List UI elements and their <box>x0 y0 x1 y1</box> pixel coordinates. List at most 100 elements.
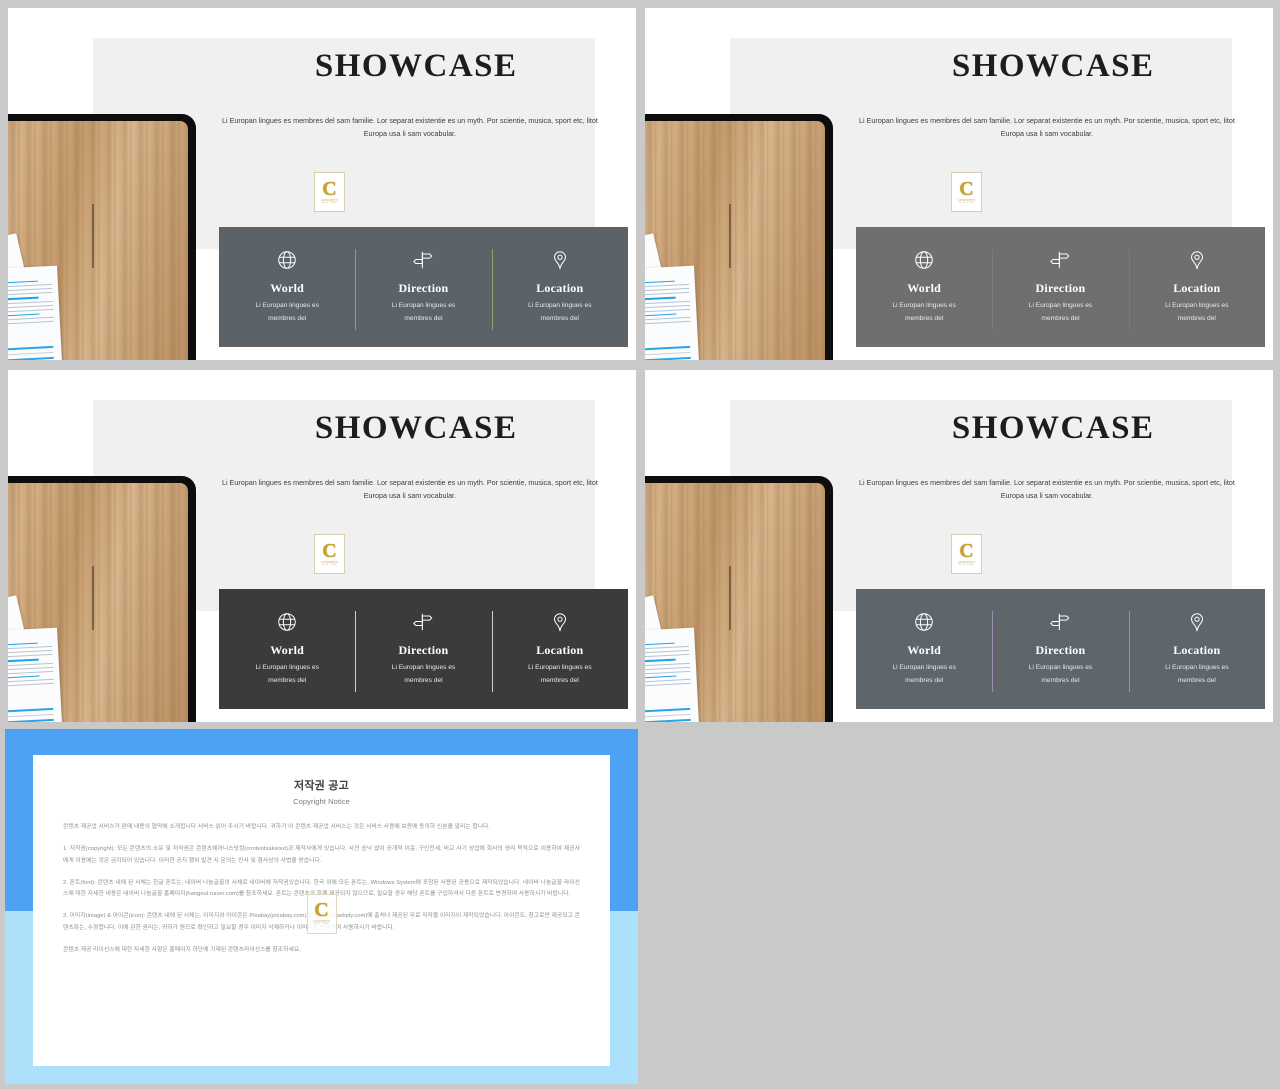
info-bar: World Li Europan lingues es membres del … <box>219 227 628 347</box>
slide-thumbnail-bottom-right[interactable]: SHOWCASE Li Europan lingues es membres d… <box>645 370 1273 722</box>
location-pin-icon <box>549 249 571 271</box>
tablet-screen-wood-photo <box>645 120 826 360</box>
info-column-world[interactable]: World Li Europan lingues es membres del <box>856 227 992 347</box>
brand-letter: C <box>322 177 337 200</box>
info-description: Li Europan lingues es membres del <box>892 663 956 684</box>
info-description: Li Europan lingues es membres del <box>1165 301 1229 322</box>
info-label: Direction <box>398 280 449 295</box>
signpost-icon <box>412 249 434 271</box>
slide-thumbnail-bottom-left[interactable]: SHOWCASE Li Europan lingues es membres d… <box>8 370 636 722</box>
tablet-mockup <box>645 475 834 722</box>
info-column-world[interactable]: World Li Europan lingues es membres del <box>856 589 992 709</box>
info-column-world[interactable]: World Li Europan lingues es membres del <box>219 227 355 347</box>
resume-skill-bars <box>8 708 55 722</box>
info-column-location[interactable]: Location Li Europan lingues es membres d… <box>1128 227 1265 347</box>
brand-logo-badge: C CONCEPTS WALL TEMP <box>951 534 982 574</box>
location-pin-icon <box>1186 611 1208 633</box>
tablet-mockup <box>8 475 197 722</box>
brand-letter: C <box>959 539 974 562</box>
resume-text-lines-right <box>645 280 691 328</box>
info-label: Location <box>1173 280 1221 295</box>
info-description: Li Europan lingues es membres del <box>528 301 592 322</box>
page-title: SHOWCASE <box>951 48 1155 85</box>
tablet-screen-wood-photo <box>8 120 189 360</box>
brand-tagline: WALL TEMP <box>321 201 338 204</box>
page-title: SHOWCASE <box>314 48 518 85</box>
wood-grain-crack <box>92 204 95 269</box>
signpost-icon <box>1049 611 1071 633</box>
brand-logo-badge: C CONCEPTS WALL TEMP <box>951 172 982 212</box>
info-label: World <box>907 280 942 295</box>
resume-text-lines-right <box>645 642 691 690</box>
signpost-icon <box>412 611 434 633</box>
resume-text-lines-right <box>8 280 54 328</box>
resume-skill-bars <box>8 346 55 360</box>
brand-tagline: WALL TEMP <box>313 923 330 926</box>
globe-icon <box>913 611 935 633</box>
info-label: World <box>270 280 305 295</box>
brand-tagline: WALL TEMP <box>321 563 338 566</box>
location-pin-icon <box>549 611 571 633</box>
info-column-direction[interactable]: Direction Li Europan lingues es membres … <box>355 227 491 347</box>
location-pin-icon <box>1186 249 1208 271</box>
info-column-location[interactable]: Location Li Europan lingues es membres d… <box>1128 589 1265 709</box>
brand-tagline: WALL TEMP <box>958 563 975 566</box>
info-bar: World Li Europan lingues es membres del … <box>856 589 1265 709</box>
slide-subtitle: Li Europan lingues es membres del sam fa… <box>221 477 598 500</box>
info-description: Li Europan lingues es membres del <box>528 663 592 684</box>
info-description: Li Europan lingues es membres del <box>1028 301 1093 322</box>
globe-icon <box>913 249 935 271</box>
info-description: Li Europan lingues es membres del <box>391 663 456 684</box>
slide-subtitle: Li Europan lingues es membres del sam fa… <box>221 115 598 138</box>
info-column-location[interactable]: Location Li Europan lingues es membres d… <box>491 227 628 347</box>
tablet-mockup <box>645 113 834 360</box>
copyright-paragraph: 1. 저작권(copyright): 모든 콘텐츠의 소유 및 저작권은 콘텐츠… <box>63 846 580 864</box>
slide-thumbnail-top-right[interactable]: SHOWCASE Li Europan lingues es membres d… <box>645 8 1273 360</box>
info-column-direction[interactable]: Direction Li Europan lingues es membres … <box>992 589 1128 709</box>
info-label: Location <box>536 280 584 295</box>
info-column-location[interactable]: Location Li Europan lingues es membres d… <box>491 589 628 709</box>
tablet-screen-wood-photo <box>8 482 189 722</box>
resume-sheet-front <box>645 266 700 360</box>
info-description: Li Europan lingues es membres del <box>1028 663 1093 684</box>
info-column-world[interactable]: World Li Europan lingues es membres del <box>219 589 355 709</box>
tablet-screen-wood-photo <box>645 482 826 722</box>
copyright-title: 저작권 공고 <box>294 780 349 792</box>
slide-thumbnail-top-left[interactable]: SHOWCASE Li Europan lingues es membres d… <box>8 8 636 360</box>
wood-grain-crack <box>92 566 95 631</box>
info-label: World <box>907 642 942 657</box>
resume-sheet-front <box>8 266 63 360</box>
copyright-paragraph: 콘텐츠 제공업 서비스가 판매 내용의 협약에 소개됩니다 서비스 읽어 주시기… <box>63 824 491 830</box>
brand-logo-badge: C CONCEPTS WALL TEMP <box>314 534 345 574</box>
tablet-mockup <box>8 113 197 360</box>
slide-subtitle: Li Europan lingues es membres del sam fa… <box>858 477 1235 500</box>
resume-sheet-front <box>645 628 700 722</box>
page-title: SHOWCASE <box>951 410 1155 447</box>
copyright-subtitle: Copyright Notice <box>293 797 350 806</box>
resume-skill-bars <box>645 346 692 360</box>
resume-text-lines-right <box>8 642 54 690</box>
resume-skill-bars <box>645 708 692 722</box>
info-column-direction[interactable]: Direction Li Europan lingues es membres … <box>355 589 491 709</box>
info-description: Li Europan lingues es membres del <box>255 301 319 322</box>
slide-subtitle: Li Europan lingues es membres del sam fa… <box>858 115 1235 138</box>
info-column-direction[interactable]: Direction Li Europan lingues es membres … <box>992 227 1128 347</box>
brand-logo-badge: C CONCEPTS WALL TEMP <box>306 893 337 934</box>
brand-tagline: WALL TEMP <box>958 201 975 204</box>
info-label: Direction <box>1035 280 1086 295</box>
globe-icon <box>276 611 298 633</box>
info-description: Li Europan lingues es membres del <box>892 301 956 322</box>
wood-grain-crack <box>729 204 732 269</box>
info-label: Direction <box>398 642 449 657</box>
info-label: Location <box>1173 642 1221 657</box>
brand-letter: C <box>322 539 337 562</box>
info-label: World <box>270 642 305 657</box>
info-label: Location <box>536 642 584 657</box>
wood-grain-crack <box>729 566 732 631</box>
globe-icon <box>276 249 298 271</box>
info-description: Li Europan lingues es membres del <box>1165 663 1229 684</box>
brand-logo-badge: C CONCEPTS WALL TEMP <box>314 172 345 212</box>
info-bar: World Li Europan lingues es membres del … <box>219 589 628 709</box>
info-label: Direction <box>1035 642 1086 657</box>
copyright-notice-slide[interactable]: 저작권 공고 Copyright Notice 콘텐츠 제공업 서비스가 판매 … <box>5 729 638 1084</box>
